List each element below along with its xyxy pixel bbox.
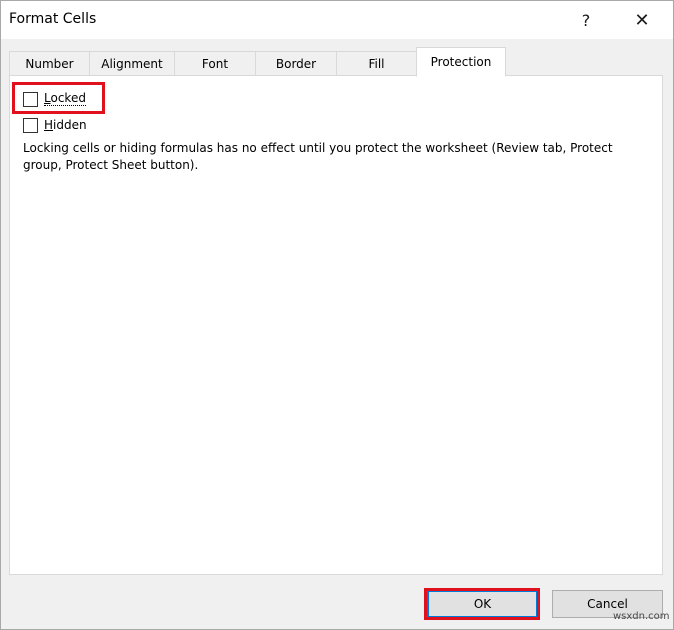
- tab-font[interactable]: Font: [174, 51, 256, 76]
- hidden-label: Hidden: [44, 118, 87, 132]
- tab-border[interactable]: Border: [255, 51, 337, 76]
- hidden-label-rest: idden: [53, 118, 87, 132]
- locked-label-rest: ocked: [50, 91, 86, 105]
- protection-panel: Locked Hidden Locking cells or hiding fo…: [9, 75, 663, 575]
- tab-strip: Number Alignment Font Border Fill Protec…: [9, 47, 663, 77]
- locked-checkbox[interactable]: Locked: [23, 90, 86, 108]
- help-icon: ?: [581, 10, 591, 30]
- tab-fill[interactable]: Fill: [336, 51, 417, 76]
- locked-checkbox-box[interactable]: [23, 91, 38, 107]
- close-icon: ✕: [634, 9, 650, 31]
- hidden-checkbox-box[interactable]: [23, 117, 38, 133]
- protection-info-text: Locking cells or hiding formulas has no …: [23, 141, 613, 172]
- close-button[interactable]: ✕: [619, 5, 665, 35]
- help-button[interactable]: ?: [563, 5, 609, 35]
- tab-alignment[interactable]: Alignment: [89, 51, 175, 76]
- format-cells-dialog: Format Cells ? ✕ Number Alignment Font B…: [0, 0, 674, 630]
- dialog-title: Format Cells: [9, 11, 97, 27]
- hidden-checkbox[interactable]: Hidden: [23, 116, 87, 134]
- tab-protection[interactable]: Protection: [416, 47, 506, 77]
- watermark: wsxdn.com: [613, 611, 670, 622]
- ok-button[interactable]: OK: [427, 590, 538, 618]
- locked-label: Locked: [44, 92, 86, 106]
- title-bar: Format Cells ? ✕: [1, 1, 673, 39]
- tab-number[interactable]: Number: [9, 51, 90, 76]
- hidden-hotkey: H: [44, 118, 54, 132]
